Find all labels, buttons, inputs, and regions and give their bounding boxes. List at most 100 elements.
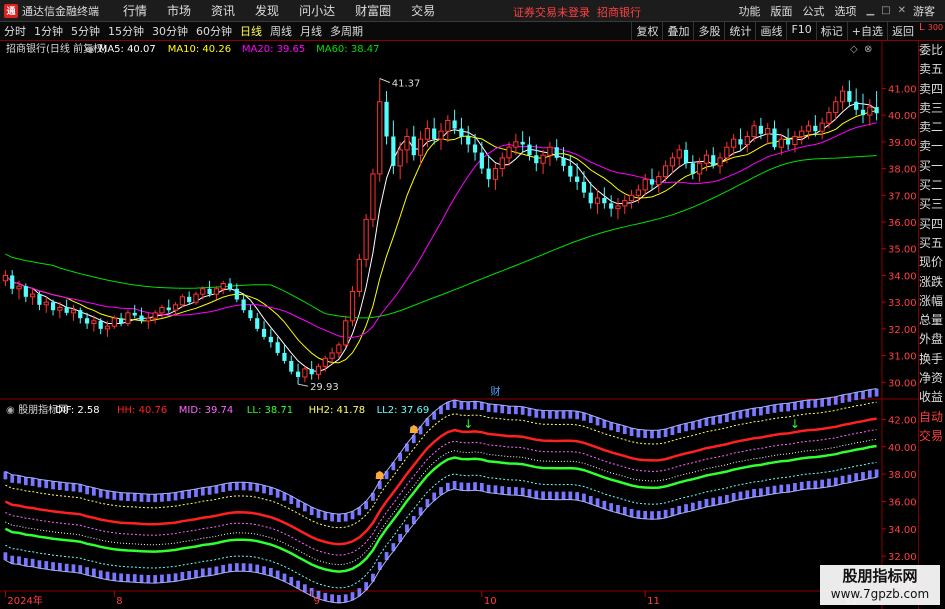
guest-label[interactable]: 游客: [913, 3, 935, 19]
menu-discover[interactable]: 发现: [255, 2, 279, 19]
menu-trade[interactable]: 交易: [411, 2, 435, 19]
candle-body: [329, 352, 335, 359]
tool-overlay[interactable]: 叠加: [662, 22, 693, 40]
candle-body: [295, 371, 301, 377]
side-label-20[interactable]: 交易: [919, 427, 945, 446]
candle-body: [731, 138, 737, 148]
price-tick-label: 31.00: [888, 352, 917, 363]
side-label-2[interactable]: 卖四: [919, 80, 945, 99]
tool-back[interactable]: 返回: [887, 22, 918, 40]
sub-legend-toggle-icon: ◉: [6, 405, 15, 416]
side-label-1[interactable]: 卖五: [919, 60, 945, 79]
close-icon[interactable]: ✕: [898, 5, 906, 16]
candle-body: [139, 315, 144, 321]
corner-badge: L 300: [919, 22, 944, 33]
period-30min[interactable]: 30分钟: [148, 23, 192, 39]
indicator-tick-label: 36.00: [888, 497, 917, 508]
period-multi[interactable]: 多周期: [326, 23, 367, 39]
side-label-6[interactable]: 买一: [919, 157, 945, 176]
sell-signal-icon: ↓: [463, 417, 473, 431]
menu-wealth[interactable]: 财富圈: [355, 2, 391, 19]
menu-layout[interactable]: 版面: [770, 3, 792, 19]
candle-body: [315, 365, 322, 375]
side-label-13[interactable]: 涨幅: [919, 292, 945, 311]
candle-body: [322, 357, 328, 367]
tool-f10[interactable]: F10: [786, 22, 815, 40]
kline-chart[interactable]: 41.00 40.00 39.00 38.00 37.00 36.00 35.00 34.00…: [0, 41, 918, 609]
side-label-18[interactable]: 收益: [919, 388, 945, 407]
side-label-16[interactable]: 换手: [919, 350, 945, 369]
side-label-11[interactable]: 现价: [919, 253, 945, 272]
tool-stats[interactable]: 统计: [724, 22, 755, 40]
price-tick-label: 35.00: [888, 245, 917, 256]
candle-body: [452, 120, 457, 129]
side-label-5[interactable]: 卖一: [919, 137, 945, 156]
candle-body: [609, 203, 614, 209]
candle-body: [561, 157, 566, 166]
maximize-icon[interactable]: □: [881, 5, 890, 16]
ma20-legend: MA20: 39.65: [242, 44, 305, 55]
menu-market[interactable]: 市场: [167, 2, 191, 19]
side-label-10[interactable]: 买五: [919, 234, 945, 253]
period-intraday[interactable]: 分时: [0, 23, 30, 39]
candle-body: [459, 128, 464, 137]
candle-body: [227, 283, 233, 289]
candle-body: [104, 325, 111, 330]
period-60min[interactable]: 60分钟: [192, 23, 236, 39]
side-label-8[interactable]: 买三: [919, 195, 945, 214]
side-label-14[interactable]: 总量: [919, 311, 945, 330]
side-label-3[interactable]: 卖三: [919, 99, 945, 118]
candle-body: [602, 197, 607, 204]
menu-options[interactable]: 选项: [834, 3, 856, 19]
candle-body: [635, 189, 641, 196]
candle-body: [220, 282, 226, 290]
indicator-tick-label: 32.00: [888, 552, 917, 563]
candle-body: [799, 130, 805, 137]
menu-formula[interactable]: 公式: [802, 3, 824, 19]
side-label-4[interactable]: 卖二: [919, 118, 945, 137]
side-label-7[interactable]: 买二: [919, 176, 945, 195]
candle-body: [64, 307, 69, 313]
candle-body: [384, 101, 389, 137]
price-tick-label: 36.00: [888, 218, 917, 229]
sell-signal-icon: ↓: [906, 41, 916, 44]
period-1min[interactable]: 1分钟: [30, 23, 67, 39]
candle-body: [847, 91, 852, 102]
period-daily[interactable]: 日线: [236, 23, 266, 39]
time-tick-label: 10: [484, 596, 497, 607]
menu-bar: 通 通达信金融终端 行情 市场 资讯 发现 问小达 财富圈 交易 证券交易未登录…: [0, 0, 945, 22]
price-tick-label: 33.00: [888, 298, 917, 309]
candle-body: [513, 141, 519, 148]
period-15min[interactable]: 15分钟: [104, 23, 148, 39]
period-5min[interactable]: 5分钟: [67, 23, 104, 39]
minimize-icon[interactable]: ▁: [866, 5, 874, 16]
candle-body: [575, 176, 580, 182]
candle-body: [363, 218, 369, 260]
menu-function[interactable]: 功能: [738, 3, 760, 19]
side-label-15[interactable]: 外盘: [919, 330, 945, 349]
period-weekly[interactable]: 周线: [266, 23, 296, 39]
candle-body: [70, 309, 77, 314]
menu-ask[interactable]: 问小达: [299, 2, 335, 19]
tool-add-watchlist[interactable]: +自选: [846, 22, 887, 40]
tool-multi-stock[interactable]: 多股: [693, 22, 724, 40]
side-label-0[interactable]: 委比: [919, 41, 945, 60]
menu-news[interactable]: 资讯: [211, 2, 235, 19]
mid-legend: MID: 39.74: [179, 405, 233, 416]
login-notice[interactable]: 证券交易未登录 招商银行: [513, 4, 641, 20]
price-tick-label: 30.00: [888, 378, 917, 389]
tool-mark[interactable]: 标记: [815, 22, 847, 40]
side-label-17[interactable]: 净资: [919, 369, 945, 388]
candle-body: [534, 155, 539, 164]
candle-body: [506, 146, 512, 159]
side-label-12[interactable]: 涨跌: [919, 273, 945, 292]
tool-adjust[interactable]: 复权: [631, 22, 662, 40]
candle-body: [234, 288, 239, 300]
price-tick-label: 41.00: [888, 84, 917, 95]
menu-quotes[interactable]: 行情: [123, 2, 147, 19]
side-label-19[interactable]: 自动: [919, 408, 945, 427]
period-monthly[interactable]: 月线: [296, 23, 326, 39]
candle-body: [84, 318, 90, 324]
tool-draw[interactable]: 画线: [755, 22, 786, 40]
side-label-9[interactable]: 买四: [919, 215, 945, 234]
